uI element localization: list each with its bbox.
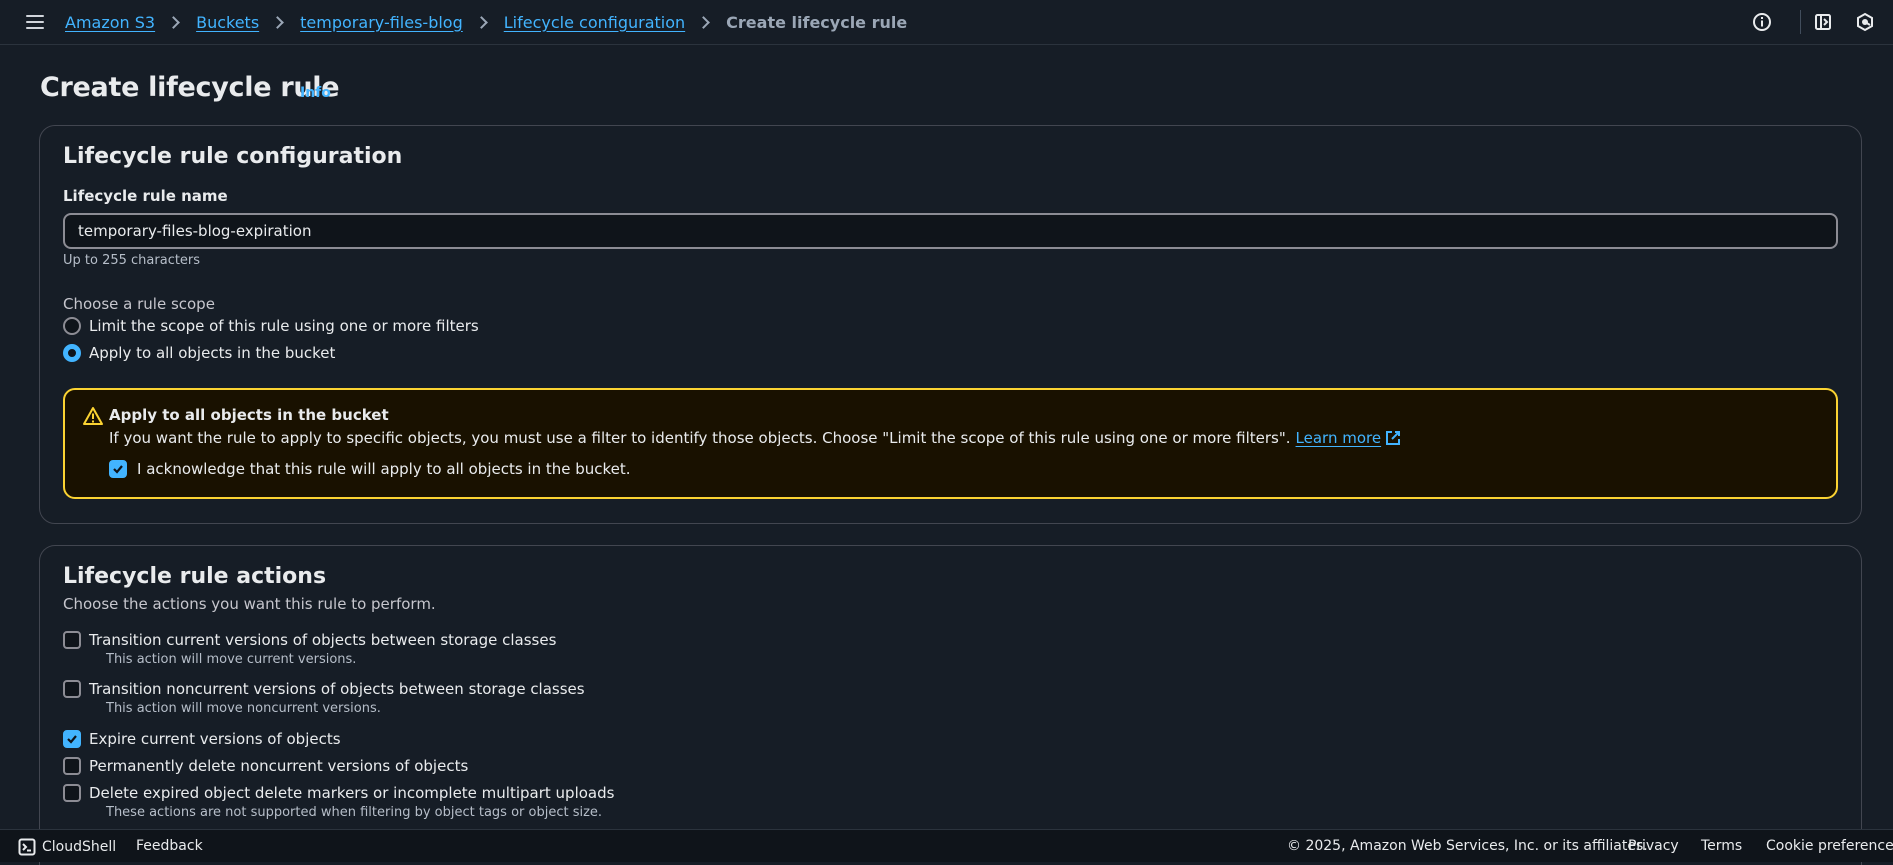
info-link[interactable]: Info [300, 85, 331, 101]
warning-alert: Apply to all objects in the bucket If yo… [63, 388, 1838, 499]
terms-link[interactable]: Terms [1701, 838, 1742, 854]
check-icon [67, 735, 77, 744]
page-title: Create lifecycle rule [40, 72, 340, 103]
action-label: Delete expired object delete markers or … [89, 784, 615, 802]
action-checkbox[interactable] [63, 757, 81, 775]
action-label: Permanently delete noncurrent versions o… [89, 757, 469, 775]
scope-option-filter[interactable]: Limit the scope of this rule using one o… [63, 317, 479, 335]
feedback-link[interactable]: Feedback [136, 838, 203, 854]
breadcrumb-amazon-s3[interactable]: Amazon S3 [65, 13, 155, 32]
action-expire-current[interactable]: Expire current versions of objects [63, 730, 341, 748]
action-label: Expire current versions of objects [89, 730, 341, 748]
settings-hex-icon[interactable] [1851, 8, 1879, 36]
action-description: This action will move current versions. [106, 652, 357, 667]
radio-button[interactable] [63, 344, 81, 362]
radio-button[interactable] [63, 317, 81, 335]
chevron-right-icon [167, 15, 180, 29]
action-delete-markers[interactable]: Delete expired object delete markers or … [63, 784, 614, 802]
action-description: These actions are not supported when fil… [106, 805, 603, 820]
lifecycle-rule-actions-panel: Lifecycle rule actions Choose the action… [39, 545, 1862, 865]
cloudshell-label: CloudShell [42, 839, 117, 855]
action-transition-current[interactable]: Transition current versions of objects b… [63, 631, 556, 649]
chevron-right-icon [271, 15, 285, 29]
chevron-right-icon [474, 15, 488, 29]
rule-name-label: Lifecycle rule name [63, 187, 228, 205]
warning-icon [83, 407, 103, 425]
breadcrumb-buckets[interactable]: Buckets [196, 13, 259, 32]
action-delete-noncurrent[interactable]: Permanently delete noncurrent versions o… [63, 757, 468, 775]
info-circle-icon[interactable] [1748, 8, 1776, 36]
cloudshell-icon [18, 838, 36, 856]
actions-description: Choose the actions you want this rule to… [63, 595, 436, 613]
acknowledge-checkbox-row[interactable]: I acknowledge that this rule will apply … [109, 460, 631, 478]
action-checkbox[interactable] [63, 730, 81, 748]
breadcrumb-lifecycle-configuration[interactable]: Lifecycle configuration [504, 13, 685, 32]
panel-title: Lifecycle rule configuration [63, 144, 403, 169]
acknowledge-label: I acknowledge that this rule will apply … [137, 460, 631, 478]
cookie-preferences-link[interactable]: Cookie preferences [1766, 838, 1893, 854]
alert-text-row: If you want the rule to apply to specifi… [109, 429, 1401, 447]
top-navigation-bar: Amazon S3 Buckets temporary-files-blog L… [0, 0, 1893, 45]
learn-more-label: Learn more [1295, 429, 1382, 447]
top-icons [1748, 8, 1893, 36]
action-checkbox[interactable] [63, 680, 81, 698]
action-checkbox[interactable] [63, 784, 81, 802]
action-label: Transition current versions of objects b… [89, 631, 557, 649]
notification-panel-icon[interactable] [1809, 8, 1837, 36]
cloudshell-button[interactable]: CloudShell [18, 838, 116, 856]
lifecycle-rule-configuration-panel: Lifecycle rule configuration Lifecycle r… [39, 125, 1862, 524]
toolbar-divider [1800, 10, 1801, 34]
scope-option-label: Apply to all objects in the bucket [89, 344, 336, 362]
alert-title: Apply to all objects in the bucket [109, 406, 389, 424]
scope-option-all-objects[interactable]: Apply to all objects in the bucket [63, 344, 335, 362]
rule-scope-label: Choose a rule scope [63, 295, 215, 313]
action-label: Transition noncurrent versions of object… [89, 680, 585, 698]
breadcrumb-current: Create lifecycle rule [726, 12, 908, 32]
learn-more-link[interactable]: Learn more [1296, 429, 1402, 447]
action-transition-noncurrent[interactable]: Transition noncurrent versions of object… [63, 680, 585, 698]
scope-option-label: Limit the scope of this rule using one o… [89, 317, 479, 335]
menu-icon[interactable] [24, 12, 46, 32]
footer: CloudShell Feedback © 2025, Amazon Web S… [0, 829, 1893, 862]
check-icon [113, 465, 123, 474]
action-description: This action will move noncurrent version… [106, 701, 381, 716]
breadcrumb-bucket[interactable]: temporary-files-blog [300, 13, 463, 32]
chevron-right-icon [697, 15, 711, 29]
external-link-icon [1386, 431, 1401, 445]
copyright-text: © 2025, Amazon Web Services, Inc. or its… [1287, 838, 1648, 854]
panel-title: Lifecycle rule actions [63, 564, 327, 589]
rule-name-hint: Up to 255 characters [63, 253, 201, 268]
action-checkbox[interactable] [63, 631, 81, 649]
acknowledge-checkbox[interactable] [109, 460, 127, 478]
breadcrumb: Amazon S3 Buckets temporary-files-blog L… [65, 10, 907, 34]
alert-text: If you want the rule to apply to specifi… [109, 429, 1291, 447]
rule-name-input[interactable] [63, 213, 1838, 249]
privacy-link[interactable]: Privacy [1628, 838, 1679, 854]
